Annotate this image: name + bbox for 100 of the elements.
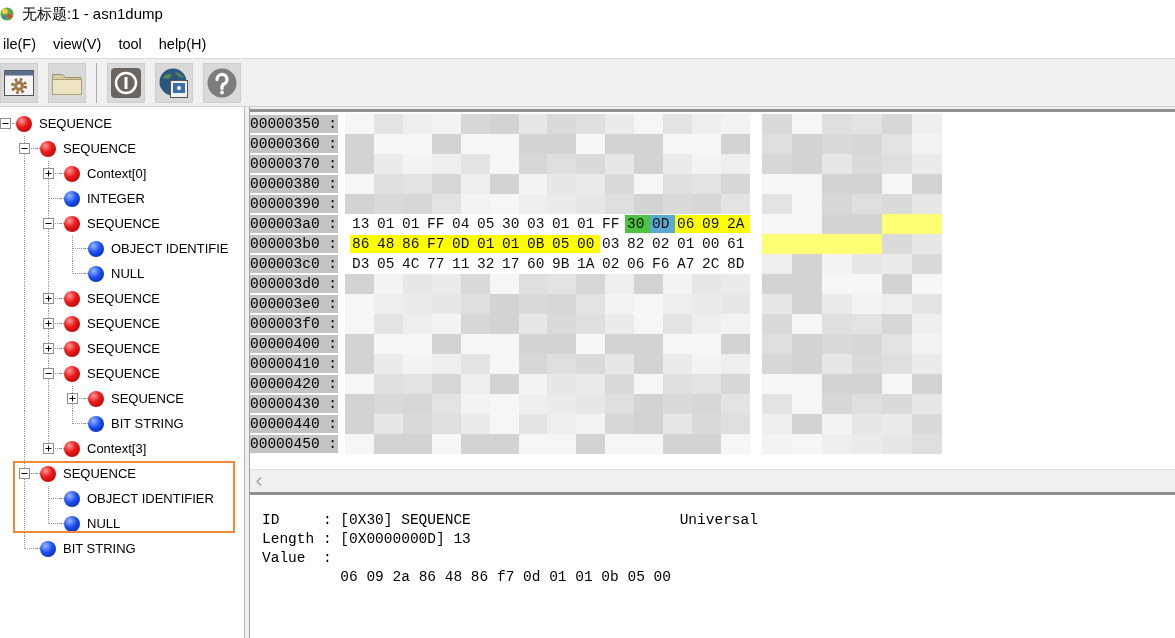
offset-cell: 000003d0 : [250,275,338,293]
ring-bar-icon [111,67,141,98]
hex-byte: 48 [375,235,400,253]
offset-cell: 00000420 : [250,375,338,393]
offset-cell: 00000410 : [250,355,338,373]
hex-byte: 03 [526,215,546,233]
hex-byte: 13 [351,215,371,233]
minus-box-icon[interactable] [18,143,30,154]
plus-box-icon[interactable] [42,168,54,179]
offset-cell: 00000380 : [250,175,338,193]
tree-item[interactable]: BIT STRING [63,541,136,556]
hex-byte: 2A [725,215,750,233]
tree-item[interactable]: SEQUENCE [63,141,136,156]
hex-byte: 17 [501,255,521,273]
sphere-icon [64,165,80,182]
tree-item[interactable]: Context[0] [87,166,147,181]
sphere-icon [64,340,80,357]
hex-byte: 02 [601,255,621,273]
sphere-icon [64,315,80,332]
tree-item[interactable]: OBJECT IDENTIFIE [111,241,229,256]
toolbar-button[interactable] [203,62,241,103]
toolbar-button[interactable] [0,62,38,103]
offset-cell: 00000370 : [250,155,338,173]
hex-byte: 32 [476,255,496,273]
hex-byte: 02 [651,235,671,253]
hex-byte: 04 [451,215,471,233]
hex-byte: 06 [626,255,646,273]
hex-byte: F6 [651,255,671,273]
hex-byte: 30 [501,215,521,233]
tree-item[interactable]: SEQUENCE [87,366,160,381]
tree-item[interactable]: SEQUENCE [39,116,112,131]
minus-box-icon[interactable] [42,218,54,229]
menu-item[interactable]: ile(F) [3,36,37,52]
toolbar-button[interactable] [155,62,193,103]
offset-cell: 000003e0 : [250,295,338,313]
tree-item[interactable]: SEQUENCE [87,216,160,231]
value-bytes: 06 09 2a 86 48 86 f7 0d 01 01 0b 05 00 [340,569,671,585]
sphere-icon [88,415,104,432]
sphere-icon [16,115,32,132]
window-gear-icon [4,67,34,98]
hex-byte: 00 [575,235,600,253]
offset-cell: 000003f0 : [250,315,338,333]
hex-byte: 01 [576,215,596,233]
menu-item[interactable]: tool [118,36,142,52]
hex-byte: 82 [626,235,646,253]
tree-item[interactable]: SEQUENCE [87,316,160,331]
menu-item[interactable]: help(H) [158,36,207,52]
tree-item[interactable]: INTEGER [87,191,145,206]
plus-box-icon[interactable] [66,393,78,404]
sphere-icon [88,390,104,407]
app-icon [0,7,14,21]
offset-cell: 00000360 : [250,135,338,153]
hex-byte: 01 [376,215,396,233]
tree-item[interactable]: SEQUENCE [111,391,184,406]
menu-item[interactable]: view(V) [53,36,102,52]
sphere-icon [64,215,80,232]
tree-item[interactable]: OBJECT IDENTIFIER [87,491,214,506]
hex-byte: 60 [526,255,546,273]
plus-box-icon[interactable] [42,443,54,454]
plus-box-icon[interactable] [42,318,54,329]
plus-box-icon[interactable] [42,343,54,354]
tree-item[interactable]: SEQUENCE [63,466,136,481]
plus-box-icon[interactable] [42,293,54,304]
tree-item[interactable]: NULL [87,516,121,531]
hex-byte: 01 [475,235,500,253]
sphere-icon [64,290,80,307]
minus-box-icon[interactable] [42,368,54,379]
hex-byte: 11 [451,255,471,273]
field-value: [0X0000000D] 13 [340,530,472,549]
offset-cell: 00000440 : [250,415,338,433]
tree-item[interactable]: SEQUENCE [87,341,160,356]
sphere-icon [40,465,56,482]
hex-byte: A7 [676,255,696,273]
sphere-icon [64,365,80,382]
tree-item[interactable]: NULL [111,266,145,281]
hex-byte: 61 [726,235,746,253]
minus-box-icon[interactable] [0,118,11,129]
field-label: Value [262,549,307,568]
globe-picture-icon [159,67,189,98]
field-label: ID [262,511,281,530]
tree-item[interactable]: Context[3] [87,441,147,456]
hex-byte: 2C [701,255,721,273]
offset-cell: 00000450 : [250,435,338,453]
hex-byte: 05 [476,215,496,233]
hex-byte: 9B [551,255,571,273]
hex-byte: 1A [576,255,596,273]
sphere-icon [64,515,80,532]
hex-byte: 01 [401,215,421,233]
toolbar-button[interactable] [107,62,145,103]
sphere-icon [40,140,56,157]
hex-byte: 8D [726,255,746,273]
sphere-icon [64,440,80,457]
hex-byte: 4C [401,255,421,273]
tag-class-text: Universal [679,511,758,530]
hex-byte: 05 [550,235,575,253]
tree-item[interactable]: BIT STRING [111,416,184,431]
minus-box-icon[interactable] [18,468,30,479]
field-separator: : [322,511,333,530]
field-label: Length [262,530,316,549]
tree-item[interactable]: SEQUENCE [87,291,160,306]
